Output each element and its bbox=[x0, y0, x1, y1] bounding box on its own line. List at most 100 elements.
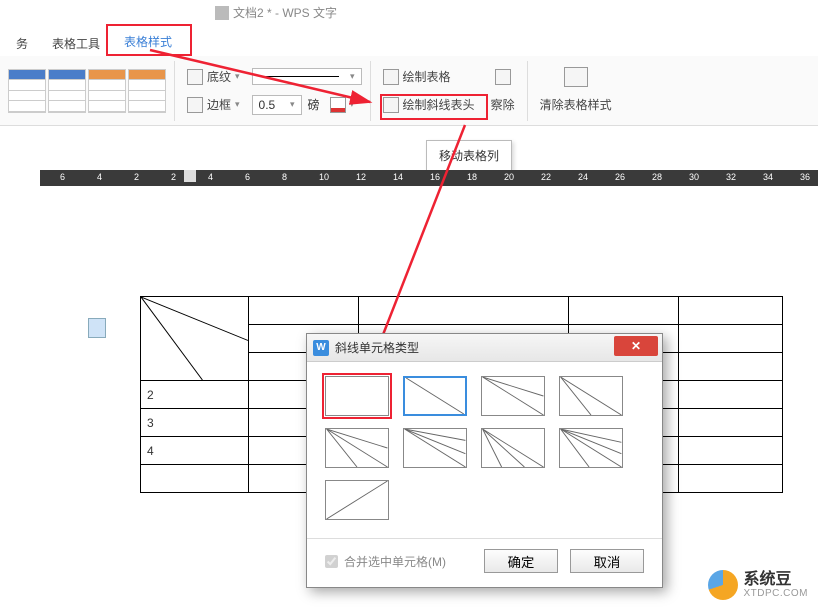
diagonal-cell-type-dialog: W 斜线单元格类型 ✕ 合并选中单元格(M) 确定 取消 bbox=[306, 333, 663, 588]
diagonal-header-cell[interactable] bbox=[141, 297, 249, 381]
merge-label: 合并选中单元格(M) bbox=[344, 553, 446, 570]
tab-unknown[interactable]: 务 bbox=[4, 31, 40, 56]
ruler-tick: 20 bbox=[504, 172, 514, 182]
diagonal-header-icon bbox=[383, 97, 399, 113]
erase-button[interactable]: 察除 bbox=[487, 94, 519, 115]
erase-icon bbox=[495, 69, 511, 85]
separator bbox=[174, 61, 175, 121]
ruler-tick: 32 bbox=[726, 172, 736, 182]
cell-type-diag3[interactable] bbox=[559, 376, 623, 416]
cell-type-diag4[interactable] bbox=[325, 428, 389, 468]
ruler-tick: 28 bbox=[652, 172, 662, 182]
pen-color-button[interactable]: ▾ bbox=[326, 95, 359, 115]
ruler-tick: 36 bbox=[800, 172, 810, 182]
ruler-tick: 14 bbox=[393, 172, 403, 182]
clear-style-button[interactable]: 清除表格样式 bbox=[536, 94, 616, 115]
line-style-select[interactable]: ▾ bbox=[252, 68, 362, 85]
ruler-tick: 26 bbox=[615, 172, 625, 182]
shading-label: 底纹 bbox=[207, 68, 231, 85]
ruler-tick: 12 bbox=[356, 172, 366, 182]
watermark-url: XTDPC.COM bbox=[744, 588, 809, 599]
style-thumb[interactable] bbox=[48, 69, 86, 113]
draw-group: 绘制表格 绘制斜线表头 bbox=[379, 66, 479, 116]
ruler-tick: 2 bbox=[134, 172, 139, 182]
document-icon bbox=[215, 6, 229, 20]
shading-button[interactable]: 底纹 ▾ bbox=[183, 66, 244, 87]
merge-checkbox[interactable]: 合并选中单元格(M) bbox=[325, 553, 446, 570]
erase-group: 察除 bbox=[487, 66, 519, 116]
separator bbox=[370, 61, 371, 121]
ruler-tick: 24 bbox=[578, 172, 588, 182]
shading-icon bbox=[187, 69, 203, 85]
ruler-indent-marker[interactable] bbox=[184, 170, 196, 182]
table-row[interactable] bbox=[141, 297, 783, 325]
table-cell[interactable] bbox=[679, 297, 783, 325]
style-thumb[interactable] bbox=[88, 69, 126, 113]
chevron-down-icon: ▾ bbox=[290, 99, 295, 110]
table-cell[interactable]: 3 bbox=[141, 409, 249, 437]
cell-type-diag2[interactable] bbox=[481, 376, 545, 416]
clear-style-group: 清除表格样式 bbox=[536, 66, 616, 116]
style-thumb[interactable] bbox=[8, 69, 46, 113]
tooltip-move-column: 移动表格列 bbox=[426, 140, 512, 171]
tab-table-tools[interactable]: 表格工具 bbox=[40, 31, 112, 56]
chevron-down-icon: ▾ bbox=[235, 99, 240, 110]
cell-type-diag6[interactable] bbox=[481, 428, 545, 468]
dialog-titlebar[interactable]: W 斜线单元格类型 ✕ bbox=[307, 334, 662, 362]
ruler-tick: 34 bbox=[763, 172, 773, 182]
chevron-down-icon: ▾ bbox=[350, 99, 355, 110]
draw-diagonal-header-button[interactable]: 绘制斜线表头 bbox=[379, 94, 479, 115]
table-cell[interactable]: 4 bbox=[141, 437, 249, 465]
ruler-tick: 4 bbox=[97, 172, 102, 182]
clear-style-icon bbox=[564, 67, 588, 87]
ruler-tick: 8 bbox=[282, 172, 287, 182]
merge-checkbox-input[interactable] bbox=[325, 555, 338, 568]
chevron-down-icon: ▾ bbox=[350, 71, 355, 82]
table-style-gallery[interactable] bbox=[8, 69, 166, 113]
ribbon: 底纹 ▾ 边框 ▾ ▾ 0.5 ▾ 磅 ▾ 绘制表格 绘制斜线表头 察除 清除表格样式 bbox=[0, 56, 818, 126]
ok-button[interactable]: 确定 bbox=[484, 549, 558, 573]
cell-type-none[interactable] bbox=[325, 376, 389, 416]
pen-color-icon bbox=[330, 97, 346, 113]
chevron-down-icon: ▾ bbox=[235, 71, 240, 82]
border-button[interactable]: 边框 ▾ bbox=[183, 94, 244, 115]
watermark: 系统豆 XTDPC.COM bbox=[708, 570, 809, 600]
cell-type-diag1[interactable] bbox=[403, 376, 467, 416]
ruler-tick: 10 bbox=[319, 172, 329, 182]
dialog-footer: 合并选中单元格(M) 确定 取消 bbox=[307, 538, 662, 587]
cell-type-grid bbox=[325, 376, 644, 520]
dialog-body bbox=[307, 362, 662, 528]
cell-type-diag7[interactable] bbox=[559, 428, 623, 468]
ruler-tick: 18 bbox=[467, 172, 477, 182]
border-label: 边框 bbox=[207, 96, 231, 113]
draw-table-icon bbox=[383, 69, 399, 85]
line-weight-select[interactable]: 0.5 ▾ bbox=[252, 95, 302, 115]
draw-table-button[interactable]: 绘制表格 bbox=[379, 66, 455, 87]
wps-logo-icon: W bbox=[313, 340, 329, 356]
tab-table-style[interactable]: 表格样式 bbox=[112, 29, 184, 56]
draw-diagonal-label: 绘制斜线表头 bbox=[403, 96, 475, 113]
line-style-group: ▾ 0.5 ▾ 磅 ▾ bbox=[252, 66, 362, 116]
weight-value: 0.5 bbox=[259, 98, 276, 112]
cell-type-diag8[interactable] bbox=[325, 480, 389, 520]
erase-label: 察除 bbox=[491, 96, 515, 113]
watermark-name: 系统豆 bbox=[744, 571, 809, 589]
cell-type-diag5[interactable] bbox=[403, 428, 467, 468]
dialog-actions: 确定 取消 bbox=[484, 549, 644, 573]
table-cell[interactable] bbox=[359, 297, 569, 325]
cancel-button[interactable]: 取消 bbox=[570, 549, 644, 573]
table-cell[interactable] bbox=[569, 297, 679, 325]
table-cell[interactable] bbox=[249, 297, 359, 325]
weight-unit: 磅 bbox=[308, 96, 320, 113]
table-cell[interactable]: 2 bbox=[141, 381, 249, 409]
draw-table-label: 绘制表格 bbox=[403, 68, 451, 85]
horizontal-ruler[interactable]: 6422468101214161820222426283032343638 bbox=[40, 170, 818, 186]
separator bbox=[527, 61, 528, 121]
clear-style-label: 清除表格样式 bbox=[540, 96, 612, 113]
style-thumb[interactable] bbox=[128, 69, 166, 113]
border-icon bbox=[187, 97, 203, 113]
ruler-tick: 16 bbox=[430, 172, 440, 182]
ruler-tick: 22 bbox=[541, 172, 551, 182]
page-setup-icon[interactable] bbox=[88, 318, 106, 338]
close-button[interactable]: ✕ bbox=[614, 336, 658, 356]
